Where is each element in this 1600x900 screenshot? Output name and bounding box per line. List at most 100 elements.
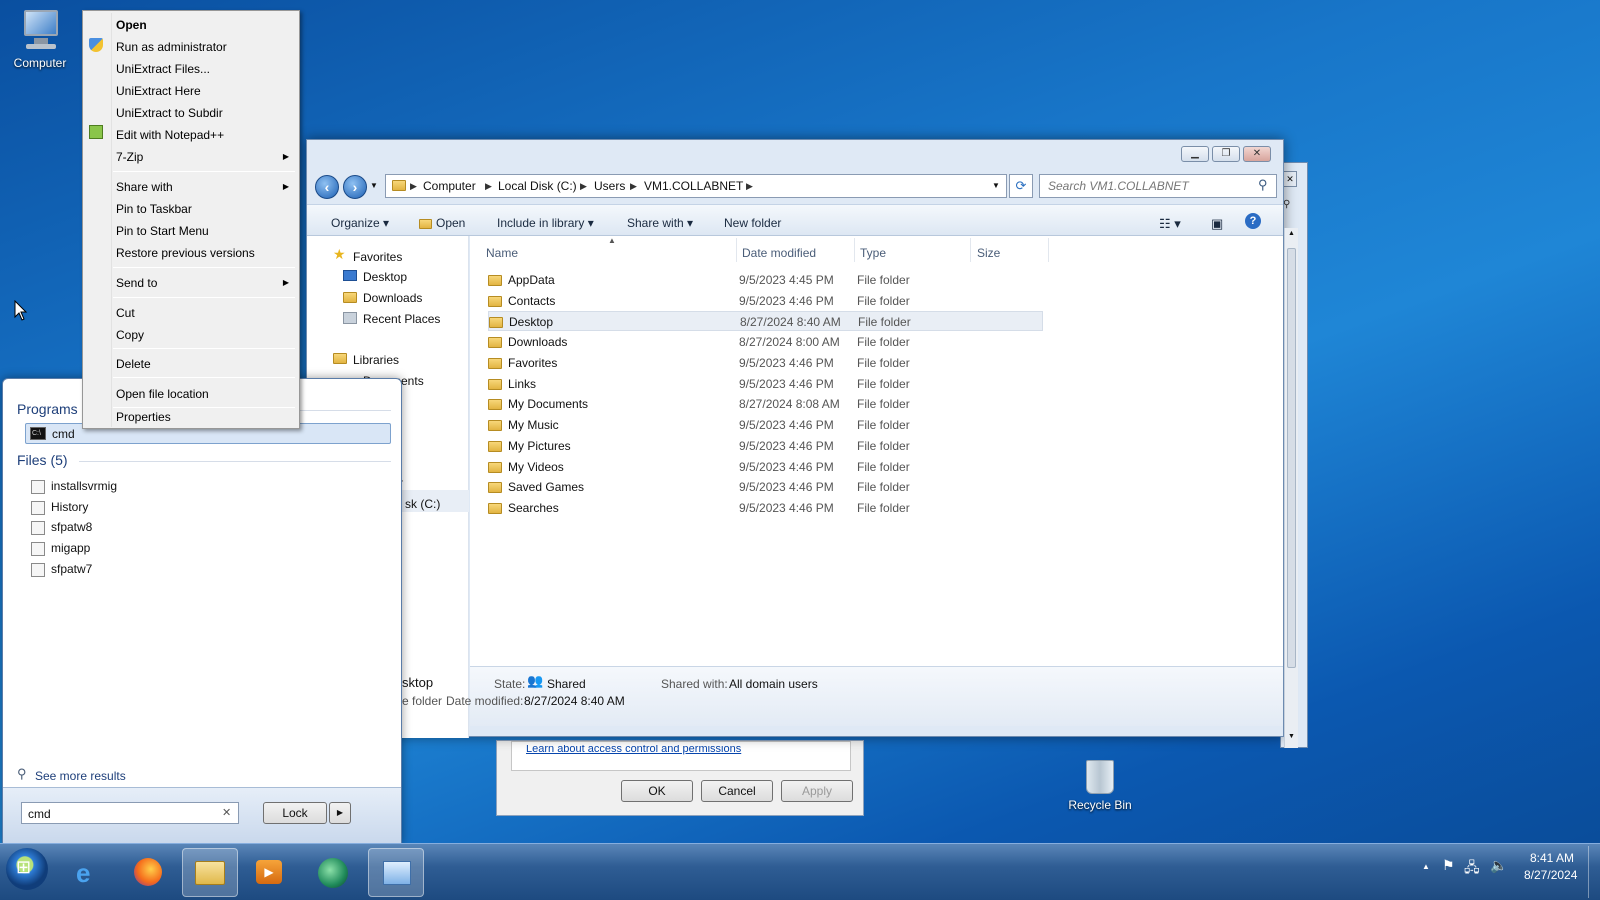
nav-recent-places[interactable]: Recent Places [363, 312, 440, 326]
volume-muted-icon[interactable]: 🔈 [1490, 857, 1507, 874]
nav-local-disk[interactable]: sk (C:) [405, 497, 440, 511]
clock-date[interactable]: 8/27/2024 [1524, 868, 1577, 882]
table-row[interactable]: My Music 9/5/2023 4:46 PM File folder [488, 415, 1043, 435]
view-options-icon[interactable]: ☷ ▾ [1159, 216, 1181, 232]
taskbar-ie[interactable]: e [62, 848, 118, 897]
maximize-button[interactable]: ❐ [1212, 146, 1240, 162]
menu-item-uniextract-here[interactable]: UniExtract Here [116, 84, 201, 98]
list-item[interactable]: migapp [31, 541, 90, 556]
menu-item-run-as-admin[interactable]: Run as administrator [116, 40, 227, 54]
lock-button[interactable]: Lock [263, 802, 327, 824]
vertical-scrollbar[interactable]: ▲ ▼ [1284, 228, 1298, 748]
table-row[interactable]: Favorites 9/5/2023 4:46 PM File folder [488, 353, 1043, 373]
table-row[interactable]: Contacts 9/5/2023 4:46 PM File folder [488, 291, 1043, 311]
column-type[interactable]: Type [860, 246, 886, 260]
taskbar-firefox[interactable] [122, 848, 178, 897]
list-item[interactable]: sfpatw8 [31, 520, 92, 535]
row-date: 9/5/2023 4:46 PM [739, 480, 834, 494]
preview-pane-icon[interactable]: ▣ [1211, 216, 1223, 232]
address-bar[interactable]: ▶ Computer ▶ Local Disk (C:) ▶ Users ▶ V… [385, 174, 1007, 198]
search-box[interactable]: Search VM1.COLLABNET ⚲ [1039, 174, 1277, 198]
table-row[interactable]: My Pictures 9/5/2023 4:46 PM File folder [488, 436, 1043, 456]
nav-downloads[interactable]: Downloads [363, 291, 422, 305]
access-control-link[interactable]: Learn about access control and permissio… [526, 745, 826, 756]
menu-item-share-with[interactable]: Share with [116, 180, 173, 194]
power-options-arrow-icon[interactable]: ▶ [329, 802, 351, 824]
table-row[interactable]: My Videos 9/5/2023 4:46 PM File folder [488, 457, 1043, 477]
taskbar-app[interactable] [306, 848, 362, 897]
close-button[interactable]: ✕ [1243, 146, 1271, 162]
table-row[interactable]: Links 9/5/2023 4:46 PM File folder [488, 374, 1043, 394]
scroll-thumb[interactable] [1287, 248, 1296, 668]
show-desktop-button[interactable] [1588, 846, 1598, 898]
table-row[interactable]: Downloads 8/27/2024 8:00 AM File folder [488, 332, 1043, 352]
nav-favorites[interactable]: Favorites [353, 250, 402, 264]
back-button[interactable]: ‹ [315, 175, 339, 199]
help-icon[interactable]: ? [1245, 213, 1261, 229]
breadcrumb-users[interactable]: Users [594, 179, 625, 193]
start-button[interactable]: ⊞ [6, 848, 48, 890]
see-more-results-link[interactable]: See more results [35, 769, 126, 783]
menu-item-pin-start-menu[interactable]: Pin to Start Menu [116, 224, 209, 238]
new-folder-button[interactable]: New folder [724, 216, 781, 230]
share-with-button[interactable]: Share with ▾ [627, 216, 693, 230]
minimize-button[interactable]: ▁ [1181, 146, 1209, 162]
menu-item-send-to[interactable]: Send to [116, 276, 157, 290]
menu-item-uniextract-subdir[interactable]: UniExtract to Subdir [116, 106, 223, 120]
folder-icon [488, 399, 502, 411]
show-hidden-icons[interactable]: ▲ [1422, 862, 1430, 871]
clock-time[interactable]: 8:41 AM [1530, 851, 1574, 865]
table-row[interactable]: Saved Games 9/5/2023 4:46 PM File folder [488, 477, 1043, 497]
table-row[interactable]: My Documents 8/27/2024 8:08 AM File folder [488, 394, 1043, 414]
desktop-recycle-bin[interactable]: Recycle Bin [1060, 760, 1140, 812]
column-date-modified[interactable]: Date modified [742, 246, 816, 260]
breadcrumb-computer[interactable]: Computer [423, 179, 476, 193]
scroll-up-icon[interactable]: ▲ [1288, 230, 1295, 237]
address-dropdown-icon[interactable]: ▼ [992, 181, 1000, 190]
column-size[interactable]: Size [977, 246, 1000, 260]
menu-item-copy[interactable]: Copy [116, 328, 144, 342]
organize-button[interactable]: Organize ▾ [331, 216, 389, 230]
row-type: File folder [857, 294, 910, 308]
close-icon[interactable]: ✕ [1283, 171, 1297, 187]
menu-item-pin-taskbar[interactable]: Pin to Taskbar [116, 202, 192, 216]
table-row[interactable]: AppData 9/5/2023 4:45 PM File folder [488, 270, 1043, 290]
include-in-library-button[interactable]: Include in library ▾ [497, 216, 594, 230]
refresh-icon[interactable]: ⟳ [1009, 174, 1033, 198]
nav-desktop[interactable]: Desktop [363, 270, 407, 284]
taskbar-control-panel[interactable] [368, 848, 424, 897]
menu-item-delete[interactable]: Delete [116, 357, 151, 371]
menu-item-open-file-location[interactable]: Open file location [116, 387, 209, 401]
menu-item-properties[interactable]: Properties [116, 410, 171, 424]
scroll-down-icon[interactable]: ▼ [1288, 733, 1295, 740]
menu-item-uniextract-files[interactable]: UniExtract Files... [116, 62, 210, 76]
menu-item-cut[interactable]: Cut [116, 306, 135, 320]
action-center-flag-icon[interactable]: ⚑ [1442, 857, 1455, 874]
breadcrumb-local-disk[interactable]: Local Disk (C:) [498, 179, 577, 193]
folder-icon [488, 462, 502, 474]
ok-button[interactable]: OK [621, 780, 693, 802]
list-item[interactable]: installsvrmig [31, 479, 117, 494]
cancel-button[interactable]: Cancel [701, 780, 773, 802]
list-item[interactable]: History [31, 500, 88, 515]
clear-search-icon[interactable]: ✕ [222, 806, 231, 819]
taskbar-explorer[interactable] [182, 848, 238, 897]
network-icon[interactable]: 🖧 [1464, 857, 1480, 881]
taskbar-media-player[interactable]: ▶ [242, 848, 298, 897]
forward-button[interactable]: › [343, 175, 367, 199]
list-item[interactable]: sfpatw7 [31, 562, 92, 577]
table-row-selected[interactable]: Desktop 8/27/2024 8:40 AM File folder [488, 311, 1043, 331]
menu-item-7zip[interactable]: 7-Zip [116, 150, 143, 164]
table-row[interactable]: Searches 9/5/2023 4:46 PM File folder [488, 498, 1043, 518]
apply-button[interactable]: Apply [781, 780, 853, 802]
breadcrumb-user-folder[interactable]: VM1.COLLABNET [644, 179, 743, 193]
desktop-computer-icon[interactable]: Computer [0, 8, 80, 70]
column-name[interactable]: Name [486, 246, 518, 260]
menu-item-open[interactable]: Open [116, 18, 147, 32]
menu-item-edit-notepadpp[interactable]: Edit with Notepad++ [116, 128, 224, 142]
nav-libraries[interactable]: Libraries [353, 353, 399, 367]
recent-pages-dropdown[interactable]: ▼ [370, 181, 378, 190]
open-button[interactable]: Open [419, 216, 465, 230]
start-search-input[interactable]: cmd ✕ [21, 802, 239, 824]
menu-item-restore-versions[interactable]: Restore previous versions [116, 246, 255, 260]
